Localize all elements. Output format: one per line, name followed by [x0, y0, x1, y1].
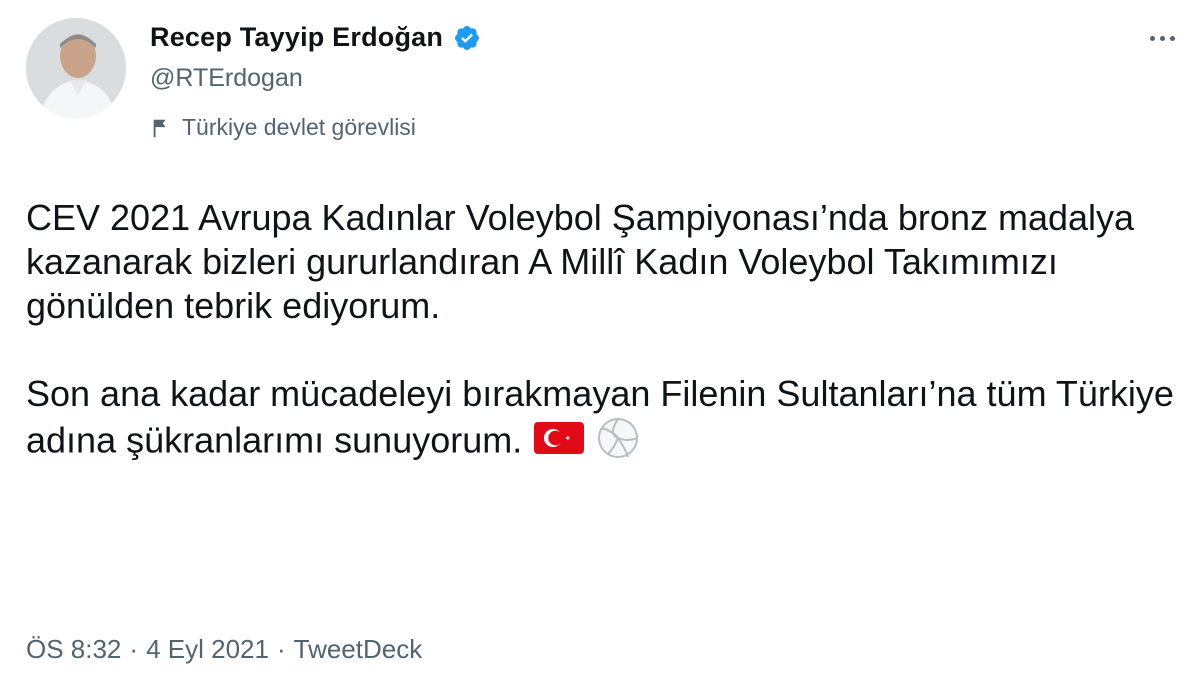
meta-separator: · [276, 634, 286, 664]
tweet-source[interactable]: TweetDeck [294, 634, 423, 665]
flag-outline-icon [153, 119, 166, 137]
author-name-row: Recep Tayyip Erdoğan [150, 22, 481, 53]
more-options-icon[interactable] [1142, 28, 1182, 48]
tweet-time[interactable]: ÖS 8:32 [26, 634, 121, 665]
meta-separator: · [129, 634, 139, 664]
tweet-paragraph-2: Son ana kadar mücadeleyi bırakmayan File… [26, 372, 1186, 470]
author-handle[interactable]: @RTErdogan [150, 64, 303, 93]
author-name[interactable]: Recep Tayyip Erdoğan [150, 22, 443, 53]
avatar-image [26, 18, 126, 118]
verified-badge-icon[interactable] [453, 24, 481, 52]
tweet-text: CEV 2021 Avrupa Kadınlar Voleybol Şampiy… [26, 196, 1186, 470]
turkey-flag-emoji-icon [534, 420, 585, 466]
tweet-meta: ÖS 8:32 · 4 Eyl 2021 · TweetDeck [26, 634, 422, 665]
tweet-date[interactable]: 4 Eyl 2021 [146, 634, 269, 665]
tweet-paragraph-1: CEV 2021 Avrupa Kadınlar Voleybol Şampiy… [26, 197, 1135, 326]
volleyball-emoji-icon [596, 416, 640, 470]
tweet: Recep Tayyip Erdoğan @RTErdogan Türkiye … [0, 0, 1200, 678]
account-label[interactable]: Türkiye devlet görevlisi [150, 114, 416, 141]
avatar[interactable] [26, 18, 126, 118]
account-label-text: Türkiye devlet görevlisi [182, 114, 416, 140]
